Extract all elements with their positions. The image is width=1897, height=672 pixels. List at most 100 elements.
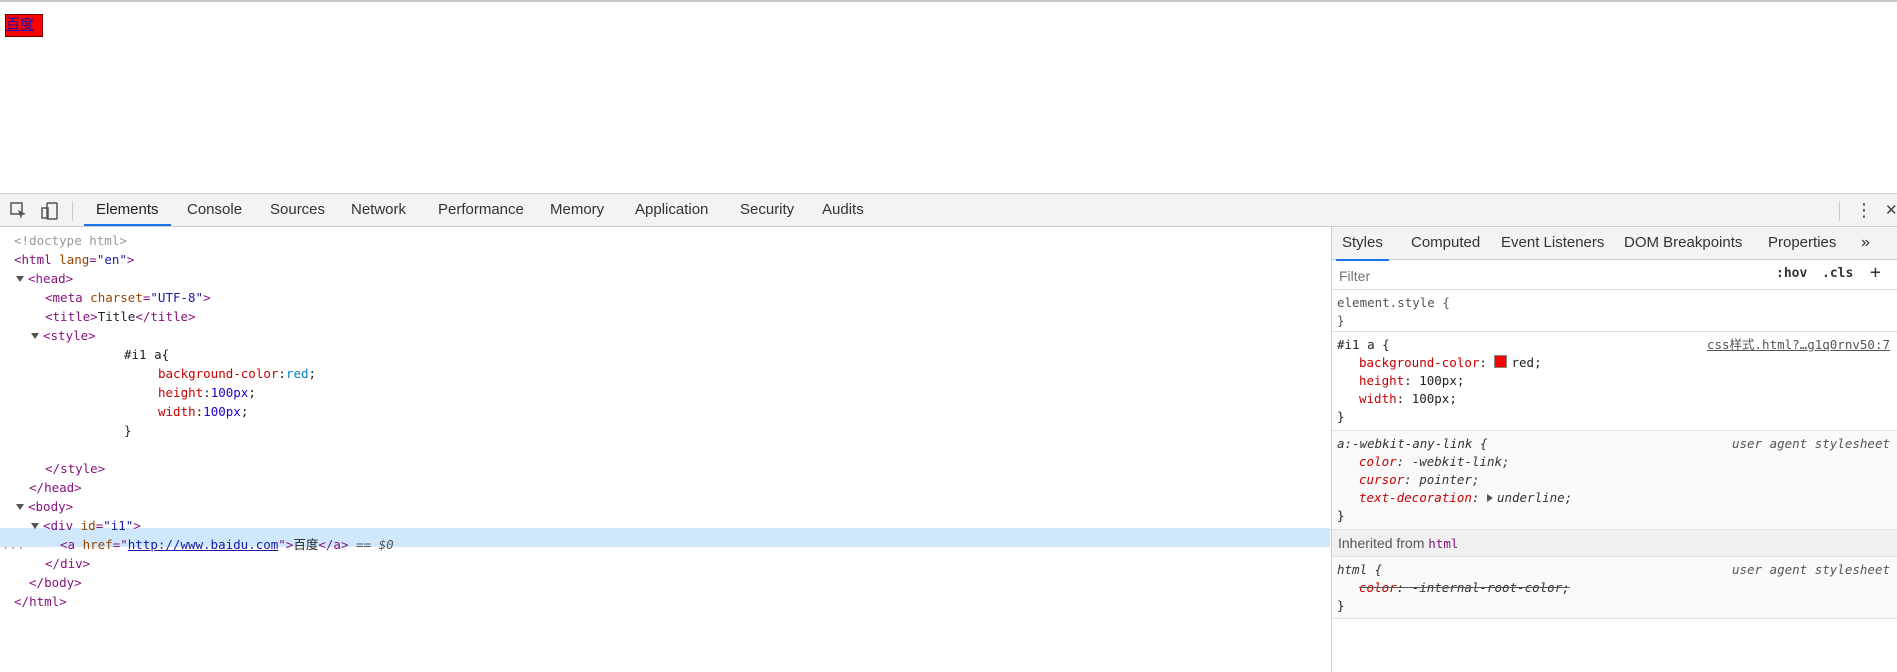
cls-button[interactable]: .cls	[1822, 266, 1853, 281]
tag-name: html	[21, 252, 52, 267]
html-open-node[interactable]: <html lang="en">	[14, 250, 134, 269]
tag-name: title	[150, 309, 189, 324]
prop-value: underline	[1496, 490, 1565, 505]
styles-filter-bar: :hov .cls +	[1332, 260, 1897, 290]
prop-name: color	[1359, 580, 1397, 595]
expand-triangle-icon[interactable]	[31, 333, 39, 339]
head-close-node[interactable]: </head>	[29, 478, 82, 497]
rule-source-link[interactable]: css样式.html?…g1q0rnv50:7	[1707, 336, 1890, 354]
tab-styles[interactable]: Styles	[1336, 227, 1389, 261]
tab-memory[interactable]: Memory	[538, 194, 616, 226]
tab-properties[interactable]: Properties	[1762, 227, 1842, 259]
baidu-link[interactable]: 百度	[5, 14, 43, 37]
style-prop-line[interactable]: height: 100px;	[1359, 372, 1464, 390]
inherited-tag-link[interactable]: html	[1428, 536, 1458, 551]
tag-name: body	[44, 575, 75, 590]
tab-performance[interactable]: Performance	[426, 194, 536, 226]
tag-name: head	[44, 480, 75, 495]
tab-dom-breakpoints[interactable]: DOM Breakpoints	[1618, 227, 1748, 259]
elements-tree: <!doctype html> <html lang="en"> <head> …	[0, 227, 1330, 672]
tab-network[interactable]: Network	[339, 194, 418, 226]
prop-value: 100px	[1411, 391, 1450, 406]
head-open-node[interactable]: <head>	[16, 269, 73, 288]
tag-name: body	[35, 499, 66, 514]
page-viewport: 百度	[0, 2, 1897, 194]
selected-marker: == $0	[356, 537, 394, 552]
div-close-node[interactable]: </div>	[45, 554, 90, 573]
body-open-node[interactable]: <body>	[16, 497, 73, 516]
filter-input[interactable]	[1337, 264, 1761, 287]
prop-name: color	[1359, 454, 1397, 469]
css-prop-value: 100px	[210, 385, 249, 400]
style-open-node[interactable]: <style>	[31, 326, 96, 345]
tag-name: style	[50, 328, 89, 343]
prop-name: height	[1359, 373, 1405, 388]
style-prop-line[interactable]: background-color: red;	[1359, 354, 1542, 372]
tag-name: a	[333, 537, 341, 552]
a-text: 百度	[293, 537, 319, 552]
attr-name: lang	[59, 252, 90, 267]
expand-triangle-icon[interactable]	[1486, 494, 1493, 502]
device-toolbar-icon[interactable]	[41, 202, 59, 220]
css-prop-value: red	[285, 366, 309, 381]
style-rule-webkit-any-link: a:-webkit-any-link { user agent styleshe…	[1332, 431, 1897, 530]
css-prop-name: width	[158, 404, 196, 419]
style-close-node[interactable]: </style>	[45, 459, 105, 478]
prop-name: cursor	[1359, 472, 1405, 487]
prop-value: -internal-root-color	[1411, 580, 1563, 595]
style-rule-i1a: #i1 a { css样式.html?…g1q0rnv50:7 backgrou…	[1332, 332, 1897, 431]
html-close-node[interactable]: </html>	[14, 592, 67, 611]
row-dots-icon[interactable]: ...	[2, 535, 25, 554]
tab-console[interactable]: Console	[175, 194, 254, 226]
prop-name: background-color	[1359, 355, 1480, 370]
toolbar-separator	[1839, 201, 1840, 221]
expand-triangle-icon[interactable]	[16, 276, 24, 282]
prop-name: text-decoration	[1359, 490, 1472, 505]
devtools-panel: Elements Console Sources Network Perform…	[0, 193, 1897, 672]
toolbar-separator	[72, 201, 73, 221]
title-node[interactable]: <title>Title</title>	[45, 307, 196, 326]
css-prop-line: height:100px;	[158, 385, 256, 400]
tag-name: a	[67, 537, 76, 552]
css-prop-value: 100px	[203, 404, 241, 419]
style-prop-line[interactable]: width: 100px;	[1359, 390, 1457, 408]
body-close-node[interactable]: </body>	[29, 573, 82, 592]
attr-value: "en"	[96, 252, 127, 267]
hov-button[interactable]: :hov	[1776, 266, 1807, 281]
tag-name: meta	[52, 290, 83, 305]
style-prop-line: color: -webkit-link;	[1359, 454, 1510, 469]
color-swatch-icon[interactable]	[1494, 355, 1508, 368]
title-text: Title	[97, 309, 136, 324]
more-tabs-icon[interactable]: »	[1855, 227, 1876, 259]
a-node-selected[interactable]: <a href="http://www.baidu.com">百度</a> ==…	[60, 535, 394, 554]
style-rule-html: html { user agent stylesheet color: -int…	[1332, 557, 1897, 619]
inherited-header: Inherited from html	[1332, 530, 1897, 557]
tab-application[interactable]: Application	[623, 194, 720, 226]
href-link[interactable]: http://www.baidu.com	[128, 537, 279, 552]
inherited-label: Inherited from	[1338, 535, 1425, 551]
tab-event-listeners[interactable]: Event Listeners	[1495, 227, 1610, 259]
inspect-element-icon[interactable]	[10, 202, 28, 220]
tab-computed[interactable]: Computed	[1405, 227, 1486, 259]
prop-value: red	[1511, 355, 1535, 370]
div-open-node[interactable]: <div id="i1">	[31, 516, 141, 535]
add-rule-button[interactable]: +	[1870, 262, 1881, 283]
tab-audits[interactable]: Audits	[810, 194, 876, 226]
expand-triangle-icon[interactable]	[16, 504, 24, 510]
close-devtools-icon[interactable]: ✕	[1885, 201, 1897, 219]
tab-elements[interactable]: Elements	[84, 194, 171, 226]
meta-node[interactable]: <meta charset="UTF-8">	[45, 288, 211, 307]
more-menu-icon[interactable]: ⋮	[1855, 200, 1873, 221]
rule-close-brace: }	[1337, 508, 1345, 523]
tab-sources[interactable]: Sources	[258, 194, 337, 226]
tab-security[interactable]: Security	[728, 194, 806, 226]
rule-selector: #i1 a {	[1337, 337, 1390, 352]
css-close-brace: }	[124, 423, 132, 438]
rule-selector: a:-webkit-any-link {	[1337, 436, 1488, 451]
tag-name: div	[50, 518, 74, 533]
attr-name: href	[82, 537, 113, 552]
rule-close-brace: }	[1337, 598, 1345, 613]
element-style-rule: element.style { }	[1332, 290, 1897, 332]
expand-triangle-icon[interactable]	[31, 523, 39, 529]
rule-source-label: user agent stylesheet	[1731, 562, 1890, 577]
